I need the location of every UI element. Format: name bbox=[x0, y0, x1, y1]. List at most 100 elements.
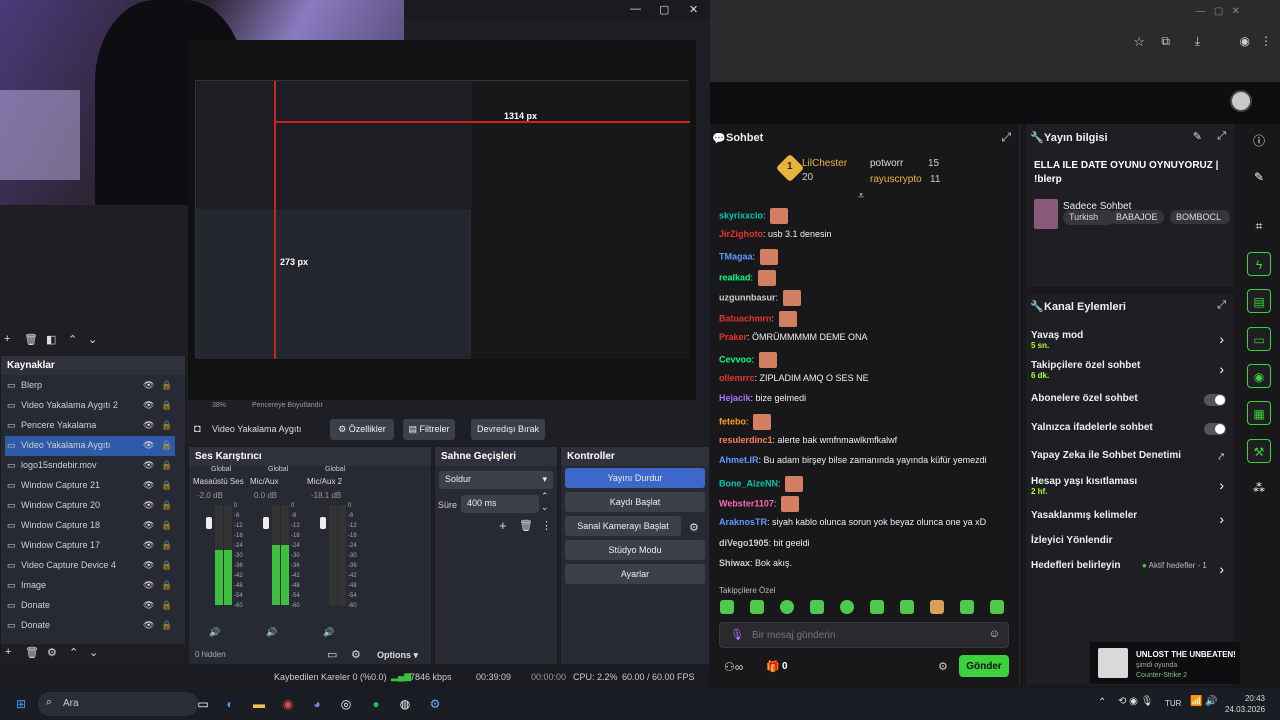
chat-username[interactable]: TMagaa bbox=[719, 252, 753, 262]
channel-action-item[interactable]: Yalnızca ifadelerle sohbet bbox=[1031, 422, 1153, 433]
expand-chevron-icon[interactable]: ⩡ bbox=[858, 190, 864, 203]
lock-icon[interactable]: 🔒 bbox=[161, 520, 172, 531]
lock-icon[interactable]: 🔒 bbox=[161, 580, 172, 591]
lock-icon[interactable]: 🔒 bbox=[161, 440, 172, 451]
control-button[interactable]: Yayını Durdur bbox=[565, 468, 705, 488]
clipboard-icon[interactable]: ▤ bbox=[1247, 289, 1271, 313]
spotify-icon[interactable]: ● bbox=[365, 693, 387, 715]
pencil-icon[interactable]: ✎ bbox=[1247, 165, 1271, 189]
source-item[interactable]: ▭ Image 👁 🔒 bbox=[5, 576, 175, 596]
chat-username[interactable]: skyrixxcio bbox=[719, 210, 763, 220]
chevron-right-icon[interactable]: › bbox=[1219, 361, 1224, 377]
volume-slider[interactable] bbox=[263, 517, 269, 529]
lock-icon[interactable]: 🔒 bbox=[161, 460, 172, 471]
maximize-icon[interactable]: ▢ bbox=[659, 3, 669, 16]
source-item[interactable]: ▭ logo15sndebir.mov 👁 🔒 bbox=[5, 456, 175, 476]
emote[interactable] bbox=[870, 600, 884, 614]
add-transition-icon[interactable]: + bbox=[499, 518, 507, 533]
emote[interactable] bbox=[840, 600, 854, 614]
emote[interactable] bbox=[759, 249, 778, 266]
control-button[interactable]: Stüdyo Modu bbox=[565, 540, 705, 560]
popout-icon[interactable]: ⤢ bbox=[1217, 299, 1226, 312]
chat-username[interactable]: Batuachmrn bbox=[719, 313, 772, 323]
mute-speaker-icon[interactable]: 🔊 bbox=[209, 627, 220, 638]
emote[interactable] bbox=[782, 290, 801, 307]
chat-username[interactable]: Bone_AizeNN bbox=[719, 478, 778, 488]
chevron-right-icon[interactable]: › bbox=[1219, 477, 1224, 493]
gifter-name[interactable]: rayuscrypto bbox=[870, 174, 922, 185]
emote[interactable] bbox=[810, 600, 824, 614]
popout-icon[interactable]: ⤢ bbox=[1001, 130, 1011, 145]
visibility-eye-icon[interactable]: 👁 bbox=[143, 380, 154, 391]
visibility-eye-icon[interactable]: 👁 bbox=[143, 540, 154, 551]
emote[interactable] bbox=[960, 600, 974, 614]
emote[interactable] bbox=[780, 496, 799, 513]
emote[interactable] bbox=[785, 475, 804, 492]
chevron-right-icon[interactable]: › bbox=[1219, 561, 1224, 577]
channel-action-item[interactable]: Yapay Zeka ile Sohbet Denetimi bbox=[1031, 450, 1181, 461]
move-up-icon[interactable]: ⌃ bbox=[68, 333, 77, 346]
mute-speaker-icon[interactable]: 🔊 bbox=[323, 627, 334, 638]
channel-action-item[interactable]: Hedefleri belirleyin bbox=[1031, 560, 1120, 571]
source-item[interactable]: ▭ Donate 👁 🔒 bbox=[5, 596, 175, 616]
network-volume-icons[interactable]: 📶 🔊 bbox=[1190, 696, 1218, 707]
options-button[interactable]: Options ▾ bbox=[377, 650, 418, 661]
channel-name[interactable]: Mic/Aux bbox=[250, 477, 278, 486]
broadcast-icon[interactable]: ◉ bbox=[1247, 364, 1271, 388]
visibility-eye-icon[interactable]: 👁 bbox=[143, 520, 154, 531]
source-item[interactable]: ▭ Donate 👁 🔒 bbox=[5, 616, 175, 636]
chat-username[interactable]: fetebo bbox=[719, 416, 746, 426]
zoom-level[interactable]: 38% bbox=[212, 402, 226, 409]
download-icon[interactable]: ⤓ bbox=[1195, 34, 1200, 49]
close-icon[interactable]: ✕ bbox=[689, 3, 698, 16]
source-item[interactable]: ▭ Blerp 👁 🔒 bbox=[5, 376, 175, 396]
chat-username[interactable]: Hejacik bbox=[719, 393, 751, 403]
lightning-icon[interactable]: ϟ bbox=[1247, 252, 1271, 276]
volume-slider[interactable] bbox=[206, 517, 212, 529]
tag[interactable]: BABAJOE bbox=[1110, 210, 1164, 224]
mic-icon[interactable]: 🎙 bbox=[730, 628, 744, 641]
bookmark-star-icon[interactable]: ☆ bbox=[1133, 34, 1145, 50]
task-view-icon[interactable]: ▭ bbox=[192, 693, 214, 715]
source-item[interactable]: ▭ Window Capture 18 👁 🔒 bbox=[5, 516, 175, 536]
channel-points-icon[interactable]: ⚇∞ bbox=[724, 660, 743, 674]
discord-icon[interactable]: ◕ bbox=[306, 693, 328, 715]
source-item[interactable]: ▭ Pencere Yakalama 👁 🔒 bbox=[5, 416, 175, 436]
channel-action-item[interactable]: Hesap yaşı kısıtlaması 2 hf. bbox=[1031, 476, 1137, 496]
chrome-icon[interactable]: ◉ bbox=[277, 693, 299, 715]
chevron-right-icon[interactable]: › bbox=[1219, 511, 1224, 527]
scene-filter-icon[interactable]: ◧ bbox=[46, 333, 56, 346]
app-icon[interactable]: ◍ bbox=[394, 693, 416, 715]
move-down-icon[interactable]: ⌄ bbox=[88, 333, 97, 346]
remove-scene-icon[interactable]: 🗑 bbox=[24, 333, 38, 346]
lock-icon[interactable]: 🔒 bbox=[161, 620, 172, 631]
external-link-icon[interactable]: ⤤ bbox=[1218, 452, 1224, 463]
remove-source-icon[interactable]: 🗑 bbox=[25, 646, 39, 659]
profile-icon[interactable]: ◉ bbox=[1240, 34, 1250, 48]
transition-menu-icon[interactable]: ⋮ bbox=[541, 519, 552, 532]
chat-username[interactable]: Praker bbox=[719, 332, 747, 342]
window-controls[interactable]: — ▢ ✕ bbox=[1196, 6, 1241, 17]
visibility-eye-icon[interactable]: 👁 bbox=[143, 460, 154, 471]
vcam-settings-icon[interactable]: ⚙ bbox=[689, 521, 699, 534]
channel-action-item[interactable]: Takipçilere özel sohbet 6 dk. bbox=[1031, 360, 1140, 380]
control-button[interactable]: Kaydı Başlat bbox=[565, 492, 705, 512]
emote-picker-icon[interactable]: ☺ bbox=[989, 628, 1000, 640]
tray-chevron-icon[interactable]: ⌃ bbox=[1098, 697, 1106, 708]
lock-icon[interactable]: 🔒 bbox=[161, 560, 172, 571]
duration-stepper[interactable]: ⌃ ⌄ bbox=[541, 491, 549, 513]
visibility-eye-icon[interactable]: 👁 bbox=[143, 420, 154, 431]
add-scene-icon[interactable]: + bbox=[4, 333, 10, 345]
emote[interactable] bbox=[720, 600, 734, 614]
toggle-switch[interactable] bbox=[1204, 394, 1226, 406]
emote[interactable] bbox=[990, 600, 1004, 614]
wrench-tool-icon[interactable]: ⚒ bbox=[1247, 439, 1271, 463]
emote[interactable] bbox=[770, 208, 789, 224]
gift-icon[interactable]: 🎁 bbox=[766, 660, 780, 673]
mute-speaker-icon[interactable]: 🔊 bbox=[266, 627, 277, 638]
emote[interactable] bbox=[778, 311, 797, 327]
chat-username[interactable]: JirZighoto bbox=[719, 229, 763, 239]
source-item[interactable]: ▭ Video Capture Device 4 👁 🔒 bbox=[5, 556, 175, 576]
emote[interactable] bbox=[757, 269, 776, 286]
emote[interactable] bbox=[780, 600, 794, 614]
